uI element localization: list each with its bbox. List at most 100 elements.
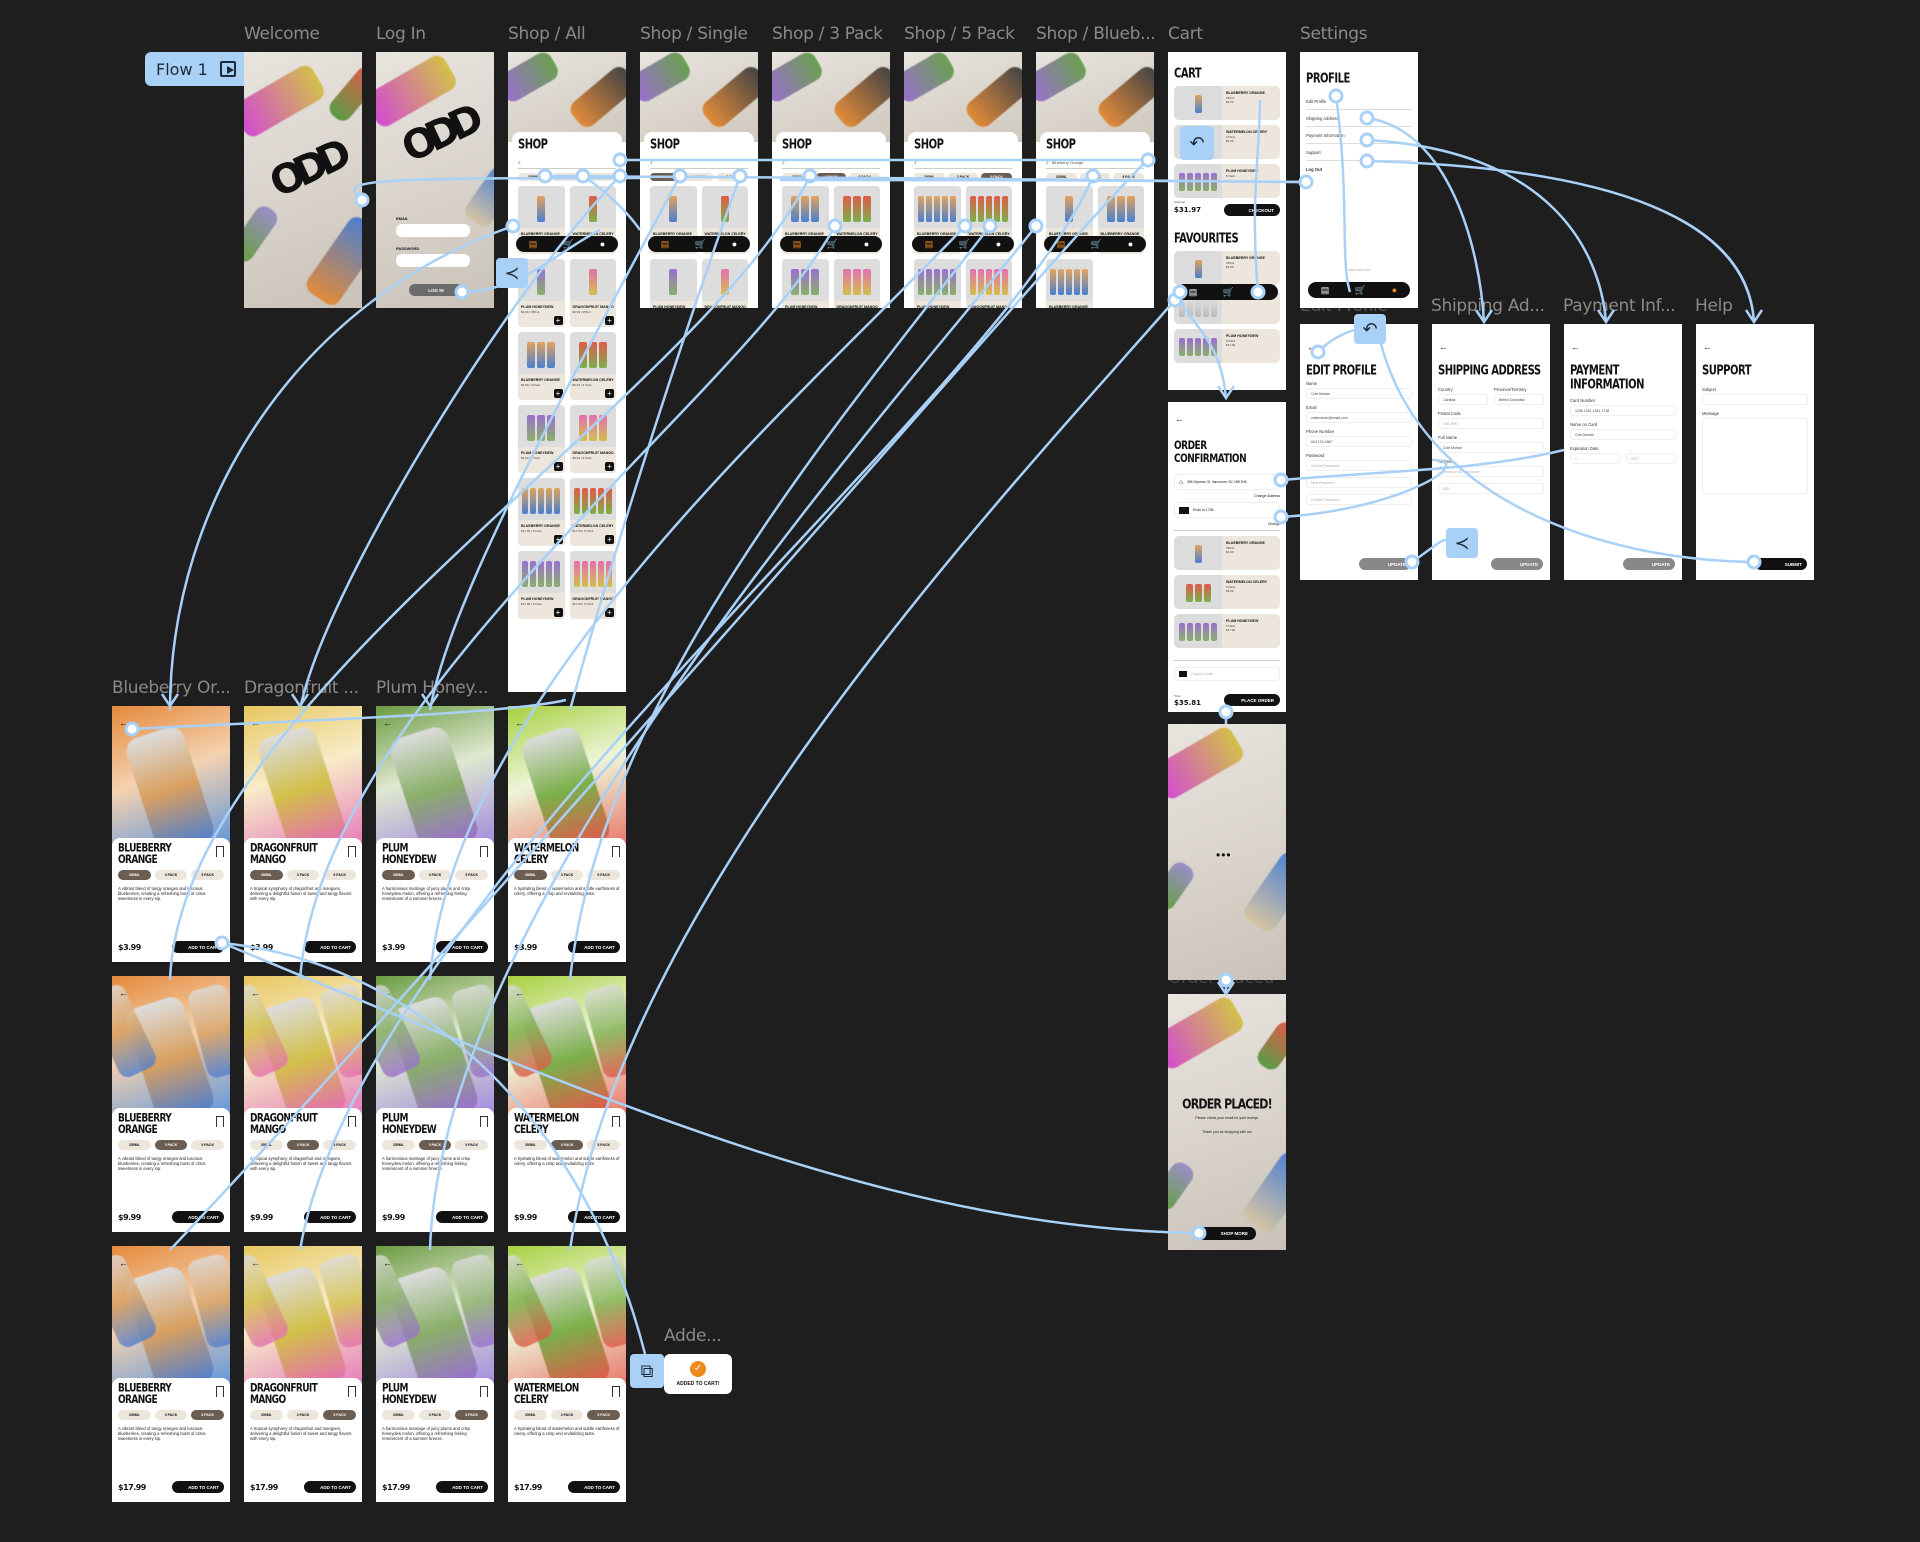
- back-arrow-icon[interactable]: ←: [251, 988, 260, 998]
- size-chip[interactable]: 5 PACK: [455, 870, 489, 880]
- size-chip[interactable]: 3 PACK: [550, 1140, 584, 1150]
- search-input[interactable]: ⌕: [518, 157, 616, 169]
- shop-icon[interactable]: ▤: [925, 239, 934, 250]
- filter-chip[interactable]: 5 PACK: [585, 173, 617, 181]
- checkout-button[interactable]: CHECKOUT: [1224, 204, 1280, 216]
- filter-chip[interactable]: 355ML: [782, 173, 813, 181]
- settings-item[interactable]: Payment Information: [1306, 127, 1412, 144]
- bookmark-icon[interactable]: [216, 1386, 224, 1397]
- cart-item[interactable]: BLUEBERRY ORANGE 355ml $3.99: [1174, 251, 1280, 285]
- bookmark-icon[interactable]: [612, 846, 620, 857]
- update-button[interactable]: UPDATE: [1359, 558, 1411, 570]
- filter-chip[interactable]: 5 PACK: [1113, 173, 1145, 181]
- product-card[interactable]: BLUEBERRY ORANGE$17.99 | 5 Pack +: [518, 478, 565, 546]
- frame-login[interactable]: ODD EMAIL PASSWORD LOG IN: [376, 52, 494, 308]
- frame-welcome[interactable]: ODD: [244, 52, 362, 308]
- back-arrow-icon[interactable]: ←: [515, 718, 524, 728]
- frame-product-dragonfruit-single[interactable]: ← DRAGONFRUIT MANGO 355ML 3 PACK 5 PACK A trop…: [244, 706, 362, 962]
- back-arrow-icon[interactable]: ←: [119, 1258, 128, 1268]
- add-to-cart-button[interactable]: ADD TO CART: [304, 1211, 356, 1223]
- country-field[interactable]: Canada: [1438, 394, 1488, 405]
- submit-button[interactable]: SUBMIT: [1755, 558, 1807, 570]
- size-chip[interactable]: 5 PACK: [323, 1140, 357, 1150]
- subject-field[interactable]: [1702, 394, 1808, 405]
- product-card[interactable]: WATERMELON CELERY$17.99 | 5 Pack +: [569, 478, 616, 546]
- settings-item[interactable]: Shipping Address: [1306, 110, 1412, 127]
- frame-order-placed[interactable]: ORDER PLACED! Please check your email fo…: [1168, 994, 1286, 1250]
- bookmark-icon[interactable]: [216, 846, 224, 857]
- size-chip[interactable]: 5 PACK: [455, 1410, 489, 1420]
- profile-field[interactable]: colemohan@email.com: [1306, 412, 1412, 423]
- frame-product-dragonfruit-5pack[interactable]: ← DRAGONFRUIT MANGO 355ML 3 PACK 5 PACK A trop…: [244, 1246, 362, 1502]
- province-field[interactable]: British Columbia: [1494, 394, 1544, 405]
- size-chip[interactable]: 355ML: [250, 1140, 283, 1150]
- add-icon[interactable]: +: [605, 608, 614, 617]
- frame-shop-5pack[interactable]: SHOP⌕355ML3 PACK5 PACKBLUEBERRY ORANGE$1…: [904, 52, 1022, 308]
- cart-item[interactable]: PLUM HONEYDEW 5 Pack: [1174, 164, 1280, 198]
- size-chip[interactable]: 5 PACK: [323, 1410, 357, 1420]
- product-card[interactable]: DRAGONFRUIT MANGO$3.99 | 355ml +: [569, 259, 616, 327]
- bookmark-icon[interactable]: [612, 1116, 620, 1127]
- update-button[interactable]: UPDATE: [1491, 558, 1543, 570]
- profile-icon[interactable]: ●: [600, 239, 605, 249]
- size-chip[interactable]: 3 PACK: [418, 1140, 452, 1150]
- filter-chip[interactable]: 3 PACK: [1079, 173, 1111, 181]
- add-to-cart-button[interactable]: ADD TO CART: [436, 1211, 488, 1223]
- add-to-cart-button[interactable]: ADD TO CART: [436, 941, 488, 953]
- back-arrow-icon[interactable]: ←: [383, 718, 392, 728]
- frame-product-dragonfruit-3pack[interactable]: ← DRAGONFRUIT MANGO 355ML 3 PACK 5 PACK A trop…: [244, 976, 362, 1232]
- bookmark-icon[interactable]: [216, 1116, 224, 1127]
- profile-field[interactable]: Cole Mohan: [1306, 388, 1412, 399]
- cart-item[interactable]: BLUEBERRY ORANGE 355ml $3.99: [1174, 86, 1280, 120]
- frame-edit-profile[interactable]: ← EDIT PROFILE Name Cole Mohan Email colemo…: [1300, 324, 1418, 580]
- size-chip[interactable]: 3 PACK: [550, 870, 584, 880]
- back-arrow-icon[interactable]: ←: [383, 988, 392, 998]
- add-icon[interactable]: +: [605, 535, 614, 544]
- cart-item[interactable]: PLUM HONEYDEW 5 Pack $17.99: [1174, 614, 1280, 648]
- shop-icon[interactable]: ▤: [529, 239, 538, 250]
- card-number-field[interactable]: 1235 1341 1341 1738: [1570, 405, 1676, 416]
- back-arrow-icon[interactable]: ←: [1571, 342, 1580, 352]
- frame-product-blueberry-3pack[interactable]: ← BLUEBERRY ORANGE 355ML 3 PACK 5 PACK A vibra…: [112, 976, 230, 1232]
- fullname-field[interactable]: Cole Mohan: [1438, 442, 1544, 453]
- filter-chip[interactable]: 5 PACK: [849, 173, 881, 181]
- frame-shop-3pack[interactable]: SHOP⌕355ML3 PACK5 PACKBLUEBERRY ORANGE$9…: [772, 52, 890, 308]
- postal-field[interactable]: V6B 3H6: [1438, 418, 1544, 429]
- product-card[interactable]: PLUM HONEYDEW$9.99 | 3 Pack+: [782, 259, 829, 308]
- size-chip[interactable]: 355ML: [118, 1140, 151, 1150]
- frame-cart[interactable]: CART BLUEBERRY ORANGE 355ml $3.99 WATERMELO…: [1168, 52, 1286, 390]
- place-order-button[interactable]: PLACE ORDER: [1224, 694, 1280, 706]
- frame-product-blueberry-5pack[interactable]: ← BLUEBERRY ORANGE 355ML 3 PACK 5 PACK A vibra…: [112, 1246, 230, 1502]
- frame-product-watermelon-5pack[interactable]: ← WATERMELON CELERY 355ML 3 PACK 5 PACK A hydr…: [508, 1246, 626, 1502]
- filter-chip[interactable]: 5 PACK: [717, 173, 749, 181]
- size-chip[interactable]: 3 PACK: [286, 870, 320, 880]
- search-input[interactable]: ⌕: [782, 157, 880, 169]
- message-field[interactable]: [1702, 418, 1808, 494]
- confirm-password-field[interactable]: Confirm Password: [1306, 494, 1412, 505]
- size-chip[interactable]: 355ML: [118, 1410, 151, 1420]
- product-card[interactable]: PLUM HONEYDEW$17.99 | 5 Pack+: [914, 259, 961, 308]
- size-chip[interactable]: 5 PACK: [587, 1140, 621, 1150]
- size-chip[interactable]: 3 PACK: [154, 1410, 188, 1420]
- add-to-cart-button[interactable]: ADD TO CART: [172, 1481, 224, 1493]
- frame-product-watermelon-single[interactable]: ← WATERMELON CELERY 355ML 3 PACK 5 PACK A hydr…: [508, 706, 626, 962]
- bookmark-icon[interactable]: [480, 1386, 488, 1397]
- filter-chip[interactable]: 3 PACK: [815, 173, 847, 181]
- add-icon[interactable]: +: [553, 462, 563, 471]
- shop-more-button[interactable]: SHOP MORE: [1196, 1227, 1256, 1240]
- back-arrow-icon[interactable]: ←: [1703, 342, 1712, 352]
- cart-icon[interactable]: 🛒: [1223, 287, 1234, 298]
- unit-field[interactable]: 555: [1438, 483, 1544, 494]
- size-chip[interactable]: 355ML: [118, 870, 151, 880]
- search-input[interactable]: ⌕: [914, 157, 1012, 169]
- size-chip[interactable]: 5 PACK: [191, 1140, 225, 1150]
- size-chip[interactable]: 3 PACK: [286, 1140, 320, 1150]
- profile-icon[interactable]: ●: [996, 239, 1001, 249]
- size-chip[interactable]: 5 PACK: [587, 1410, 621, 1420]
- cart-icon[interactable]: 🛒: [563, 239, 574, 250]
- bookmark-icon[interactable]: [612, 1386, 620, 1397]
- back-arrow-icon[interactable]: ←: [383, 1258, 392, 1268]
- size-chip[interactable]: 3 PACK: [418, 870, 452, 880]
- frame-product-plum-single[interactable]: ← PLUM HONEYDEW 355ML 3 PACK 5 PACK A harmonio…: [376, 706, 494, 962]
- address-field[interactable]: Seymour St, Vancouver: [1438, 466, 1544, 477]
